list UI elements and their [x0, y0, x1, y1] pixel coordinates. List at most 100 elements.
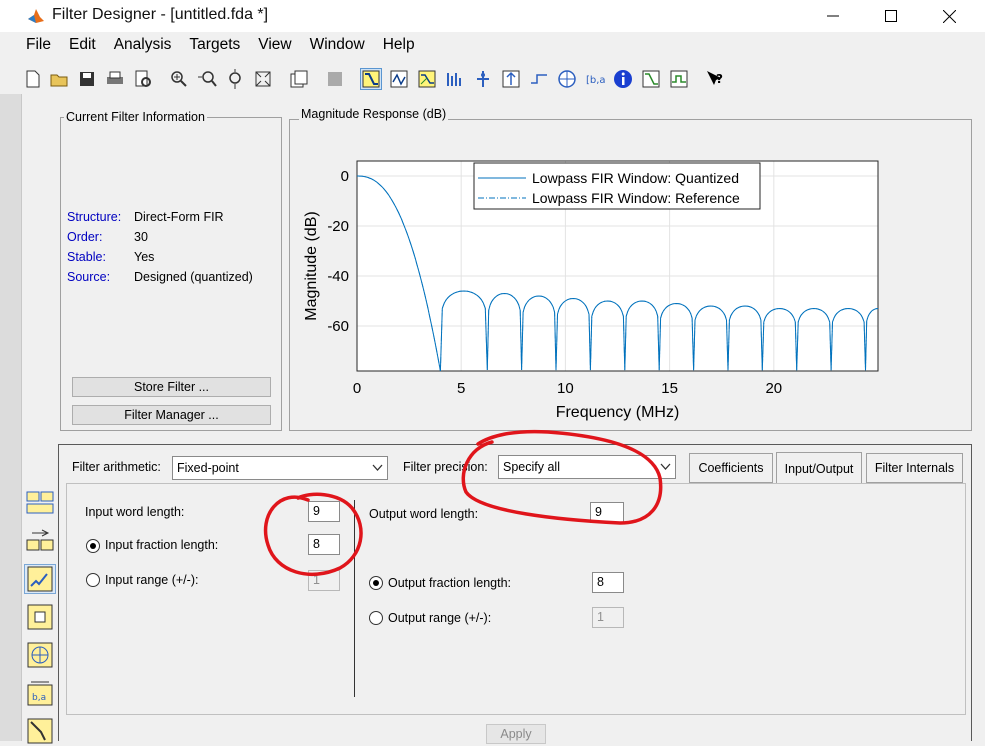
tab-coefficients[interactable]: Coefficients [689, 453, 773, 483]
structure-value: Direct-Form FIR [134, 210, 224, 224]
print-icon[interactable] [104, 68, 126, 90]
menu-window[interactable]: Window [306, 36, 365, 62]
zoom-x-icon[interactable] [196, 68, 218, 90]
pole-zero-icon[interactable] [556, 68, 578, 90]
legend-label-reference: Lowpass FIR Window: Reference [532, 190, 740, 206]
svg-text:?: ? [716, 72, 723, 86]
stable-label: Stable: [67, 250, 106, 264]
chevron-down-icon [372, 464, 383, 471]
magnitude-estimate-icon[interactable] [640, 68, 662, 90]
filter-arithmetic-label: Filter arithmetic: [72, 460, 161, 474]
output-word-length-field[interactable]: 9 [590, 502, 624, 523]
apply-button[interactable]: Apply [486, 724, 546, 744]
output-range-radio[interactable] [369, 611, 383, 625]
input-word-length-field[interactable]: 9 [308, 501, 340, 522]
x-tick-labels: 0 5 10 15 20 [353, 380, 782, 397]
phase-response-icon[interactable] [388, 68, 410, 90]
stable-value: Yes [134, 250, 155, 264]
left-edge-strip [0, 94, 22, 741]
filter-arithmetic-value: Fixed-point [177, 461, 239, 475]
x-axis-label: Frequency (MHz) [556, 404, 680, 421]
maximize-button[interactable] [868, 0, 914, 32]
impulse-response-icon[interactable] [500, 68, 522, 90]
x-tick-label: 0 [353, 380, 361, 397]
input-range-field[interactable]: 1 [308, 570, 340, 591]
output-range-field[interactable]: 1 [592, 607, 624, 628]
menu-targets[interactable]: Targets [185, 36, 240, 62]
title-bar: Filter Designer - [untitled.fda *] [0, 0, 985, 32]
menu-file[interactable]: File [22, 36, 51, 62]
step-response-icon[interactable] [528, 68, 550, 90]
input-range-label: Input range (+/-): [105, 573, 199, 587]
tab-filter-internals[interactable]: Filter Internals [866, 453, 963, 483]
group-delay-icon[interactable] [444, 68, 466, 90]
window-title: Filter Designer - [untitled.fda *] [52, 6, 269, 23]
magnitude-chart[interactable]: 0 -20 -40 -60 0 5 10 15 20 Magnitude (dB) Frequ… [290, 130, 970, 430]
pole-zero-editor-icon[interactable] [24, 640, 56, 670]
filter-manager-button[interactable]: Filter Manager ... [72, 405, 271, 425]
y-tick-label: -60 [327, 318, 349, 335]
filter-precision-select[interactable]: Specify all [498, 455, 676, 479]
y-tick-label: 0 [341, 168, 349, 185]
round-off-noise-icon[interactable] [668, 68, 690, 90]
toolbar: [b,a] ? [22, 66, 985, 94]
svg-text:[b,a]: [b,a] [586, 75, 605, 86]
open-folder-icon[interactable] [48, 68, 70, 90]
legend-label-quantized: Lowpass FIR Window: Quantized [532, 170, 739, 186]
transform-filter-icon[interactable] [24, 488, 56, 518]
minimize-icon [827, 15, 839, 17]
magnitude-response-title: Magnitude Response (dB) [299, 107, 449, 121]
tab-input-output[interactable]: Input/Output [776, 452, 862, 484]
save-icon[interactable] [76, 68, 98, 90]
output-range-label: Output range (+/-): [388, 611, 492, 625]
full-view-icon[interactable] [252, 68, 274, 90]
filter-coefficients-icon[interactable]: [b,a] [584, 68, 606, 90]
design-filter-icon[interactable] [24, 716, 56, 746]
input-range-radio[interactable] [86, 573, 100, 587]
output-fraction-length-field[interactable]: 8 [592, 572, 624, 593]
disabled-grid-icon[interactable] [324, 68, 346, 90]
source-label: Source: [67, 270, 111, 284]
input-fraction-length-field[interactable]: 8 [308, 534, 340, 555]
current-filter-info-title: Current Filter Information [64, 110, 207, 124]
filter-precision-value: Specify all [503, 460, 560, 474]
realize-model-icon[interactable] [24, 526, 56, 556]
quantization-icon[interactable] [24, 564, 56, 594]
whats-this-help-icon[interactable]: ? [704, 68, 726, 90]
matlab-icon [28, 9, 44, 23]
filter-structure-icon[interactable] [24, 602, 56, 632]
chevron-down-icon [660, 463, 671, 470]
menu-view[interactable]: View [254, 36, 291, 62]
menu-bar: File Edit Analysis Targets View Window H… [22, 36, 429, 62]
y-axis-label: Magnitude (dB) [303, 211, 320, 320]
input-fraction-length-radio[interactable] [86, 539, 100, 553]
close-button[interactable] [926, 0, 972, 32]
magnitude-response-icon[interactable] [360, 68, 382, 90]
menu-analysis[interactable]: Analysis [110, 36, 172, 62]
close-icon [942, 9, 956, 23]
filter-arithmetic-select[interactable]: Fixed-point [172, 456, 388, 480]
phase-delay-icon[interactable] [472, 68, 494, 90]
print-preview-icon[interactable] [132, 68, 154, 90]
info-icon[interactable] [612, 68, 634, 90]
filter-precision-label: Filter precision: [403, 460, 488, 474]
zoom-y-icon[interactable] [224, 68, 246, 90]
y-tick-label: -20 [327, 218, 349, 235]
x-tick-label: 10 [557, 380, 574, 397]
output-word-length-label: Output word length: [369, 507, 479, 521]
menu-edit[interactable]: Edit [65, 36, 96, 62]
menu-help[interactable]: Help [379, 36, 415, 62]
store-filter-button[interactable]: Store Filter ... [72, 377, 271, 397]
order-value: 30 [134, 230, 148, 244]
minimize-button[interactable] [810, 0, 856, 32]
x-tick-label: 5 [457, 380, 465, 397]
output-fraction-length-radio[interactable] [369, 576, 383, 590]
magnitude-phase-icon[interactable] [416, 68, 438, 90]
new-window-icon[interactable] [288, 68, 310, 90]
new-file-icon[interactable] [22, 68, 44, 90]
import-filter-icon[interactable]: b,a [24, 678, 56, 708]
output-fraction-length-label: Output fraction length: [388, 576, 511, 590]
input-word-length-label: Input word length: [85, 505, 185, 519]
zoom-in-icon[interactable] [168, 68, 190, 90]
order-label: Order: [67, 230, 103, 244]
